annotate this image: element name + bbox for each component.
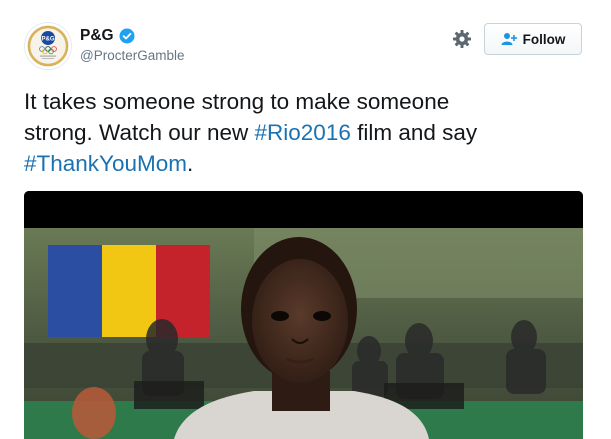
tweet-text: It takes someone strong to make someone … [24,86,594,179]
tweet-text-segment: . [187,151,194,176]
display-name[interactable]: P&G [80,27,114,45]
flag-stripe-yellow [102,245,156,337]
tweet-header: P&G P&G @ProcterGamble Follow [0,0,611,80]
avatar[interactable]: P&G [24,22,72,70]
flag-stripe-blue [48,245,102,337]
display-name-row[interactable]: P&G [80,27,135,45]
tweet-line-3: #ThankYouMom. [24,148,594,179]
logo-text: P&G [41,37,54,43]
tweet-line-1: It takes someone strong to make someone [24,89,450,114]
pg-logo-icon: P&G [27,25,69,67]
video-still-image [24,191,583,439]
gear-icon[interactable] [452,29,472,49]
tweet-text-segment: film and say [350,120,478,145]
follow-label: Follow [522,31,566,47]
hashtag-rio2016-link[interactable]: #Rio2016 [255,120,351,145]
hashtag-thankyoumom-link[interactable]: #ThankYouMom [24,151,187,176]
tweet-text-segment: strong. Watch our new [24,120,255,145]
video-media[interactable] [24,191,583,439]
follow-button[interactable]: Follow [484,23,582,55]
account-names: P&G @ProcterGamble [80,27,185,63]
handle[interactable]: @ProcterGamble [80,48,185,63]
add-user-icon [501,33,517,45]
tweet-line-2: strong. Watch our new #Rio2016 film and … [24,117,594,148]
verified-badge-icon [119,28,135,44]
